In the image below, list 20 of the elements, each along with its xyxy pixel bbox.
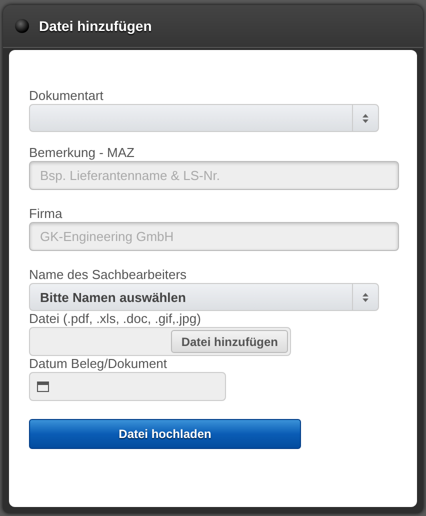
window-dot-icon bbox=[15, 19, 29, 33]
select-field[interactable]: Bitte Namen auswählen bbox=[29, 283, 379, 311]
field-label: Name des Sachbearbeiters bbox=[29, 267, 188, 282]
sort-caret-icon bbox=[362, 292, 369, 302]
text-field[interactable]: GK-Engineering GmbH bbox=[29, 222, 399, 251]
select-value: Bitte Namen auswählen bbox=[39, 290, 187, 304]
select-field[interactable] bbox=[29, 104, 379, 132]
date-field[interactable] bbox=[29, 372, 226, 401]
field-label: Datei (.pdf, .xls, .doc, .gif,.jpg) bbox=[29, 311, 202, 326]
field-label: Bemerkung - MAZ bbox=[29, 145, 136, 160]
sort-caret-icon bbox=[362, 112, 369, 124]
field-label: Dokumentart bbox=[29, 88, 104, 103]
calendar-icon bbox=[37, 381, 49, 392]
upload-button[interactable]: Datei hochladen bbox=[29, 419, 301, 449]
text-field[interactable]: Bsp. Lieferantenname & LS-Nr. bbox=[29, 161, 399, 190]
field-label: Datum Beleg/Dokument bbox=[29, 356, 168, 371]
file-field[interactable]: Datei hinzufügen bbox=[29, 327, 291, 356]
field-label: Firma bbox=[29, 206, 64, 221]
add-file-button[interactable]: Datei hinzufügen bbox=[171, 330, 288, 353]
dialog-title: Datei hinzufügen bbox=[39, 18, 152, 34]
